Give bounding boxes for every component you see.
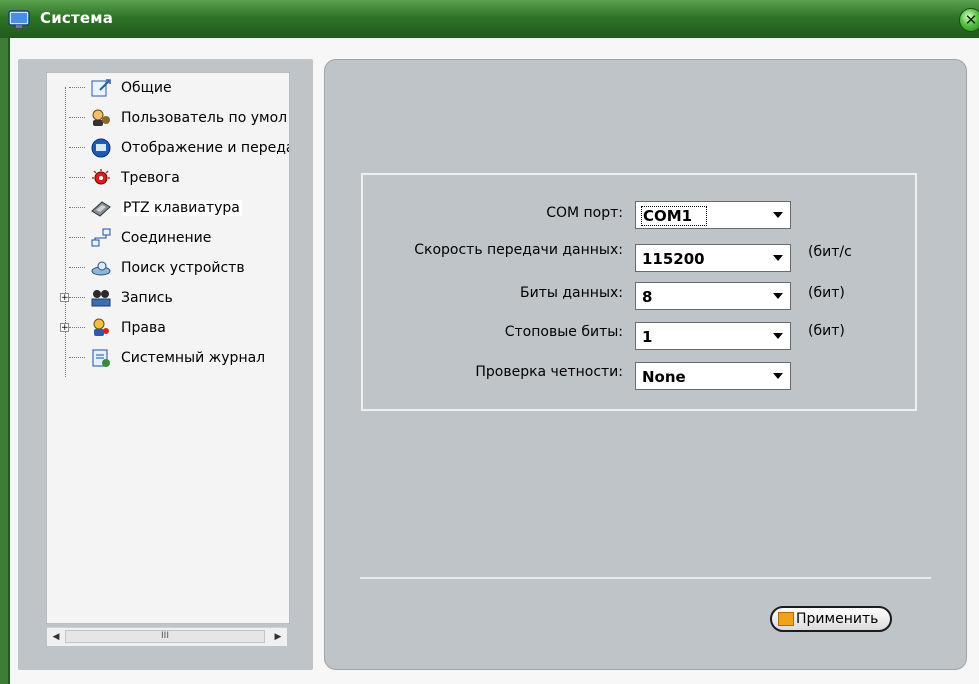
tree-item-display[interactable]: Отображение и переда bbox=[47, 134, 290, 162]
tree-item-label: Системный журнал bbox=[121, 350, 266, 366]
tree-item-default-user[interactable]: Пользователь по умол bbox=[47, 104, 287, 132]
parity-value: None bbox=[642, 368, 686, 386]
record-icon bbox=[89, 287, 113, 309]
scroll-thumb[interactable]: III bbox=[65, 630, 265, 643]
tree-item-label: Соединение bbox=[121, 230, 212, 246]
apply-button-label: Применить bbox=[796, 611, 879, 627]
data-bits-label: Биты данных: bbox=[520, 285, 623, 301]
tree-item-system-log[interactable]: Системный журнал bbox=[47, 344, 265, 372]
tree-item-label: Общие bbox=[121, 80, 172, 96]
tree-item-device-search[interactable]: Поиск устройств bbox=[47, 254, 245, 282]
tree-item-label: Отображение и переда bbox=[121, 140, 290, 156]
close-button[interactable]: ✕ bbox=[959, 8, 979, 32]
tree-item-label: PTZ клавиатура bbox=[121, 200, 242, 216]
chevron-down-icon[interactable] bbox=[766, 323, 790, 349]
tree-item-label: Поиск устройств bbox=[121, 260, 245, 276]
com-port-label: COM порт: bbox=[546, 205, 623, 221]
scroll-left-icon[interactable]: ◀ bbox=[49, 630, 63, 644]
alarm-icon bbox=[89, 167, 113, 189]
scroll-right-icon[interactable]: ▶ bbox=[271, 630, 285, 644]
apply-button[interactable]: Применить bbox=[770, 606, 892, 632]
tree-item-rights[interactable]: + Права bbox=[47, 314, 166, 342]
settings-tree[interactable]: Общие Пользователь по умол Отображение и… bbox=[46, 72, 290, 624]
expand-toggle[interactable]: + bbox=[60, 293, 69, 303]
apply-icon bbox=[778, 612, 794, 626]
tree-item-alarm[interactable]: Тревога bbox=[47, 164, 180, 192]
close-icon: ✕ bbox=[964, 11, 978, 29]
parity-label: Проверка четности: bbox=[475, 364, 623, 380]
data-bits-value: 8 bbox=[642, 288, 653, 306]
device-search-icon bbox=[89, 257, 113, 279]
chevron-down-icon[interactable] bbox=[766, 202, 790, 228]
tree-horizontal-scrollbar[interactable]: ◀ III ▶ bbox=[47, 627, 287, 646]
chevron-down-icon[interactable] bbox=[766, 283, 790, 309]
display-icon bbox=[89, 137, 113, 159]
rights-icon bbox=[89, 317, 113, 339]
window-title: Система bbox=[40, 9, 114, 27]
system-log-icon bbox=[89, 347, 113, 369]
data-bits-unit: (бит) bbox=[808, 285, 845, 301]
chevron-down-icon[interactable] bbox=[766, 245, 790, 271]
tree-item-general[interactable]: Общие bbox=[47, 74, 172, 102]
user-default-icon bbox=[89, 107, 113, 129]
expand-toggle[interactable]: + bbox=[60, 323, 69, 333]
data-bits-select[interactable]: 8 bbox=[635, 282, 791, 310]
chevron-down-icon[interactable] bbox=[766, 363, 790, 389]
general-settings-icon bbox=[89, 77, 113, 99]
tree-item-label: Запись bbox=[121, 290, 173, 306]
tree-item-record[interactable]: + Запись bbox=[47, 284, 173, 312]
stop-bits-value: 1 bbox=[642, 328, 653, 346]
tree-item-ptz-keyboard[interactable]: PTZ клавиатура bbox=[47, 194, 242, 222]
baud-rate-select[interactable]: 115200 bbox=[635, 244, 791, 272]
parity-select[interactable]: None bbox=[635, 362, 791, 390]
tree-item-connection[interactable]: Соединение bbox=[47, 224, 211, 252]
stop-bits-select[interactable]: 1 bbox=[635, 322, 791, 350]
tree-item-label: Права bbox=[121, 320, 166, 336]
baud-rate-unit: (бит/с bbox=[808, 244, 852, 260]
title-bar[interactable]: Система ✕ bbox=[0, 0, 979, 38]
ptz-keyboard-icon bbox=[89, 197, 113, 219]
computer-monitor-icon bbox=[8, 10, 30, 30]
com-port-value: COM1 bbox=[640, 206, 708, 226]
tree-item-label: Тревога bbox=[121, 170, 180, 186]
com-port-select[interactable]: COM1 bbox=[635, 201, 791, 229]
baud-rate-label: Скорость передачи данных: bbox=[414, 242, 623, 258]
stop-bits-unit: (бит) bbox=[808, 323, 845, 339]
system-window: Система ✕ Общие Пользователь по умол Ото… bbox=[0, 0, 979, 684]
network-icon bbox=[89, 227, 113, 249]
tree-item-label: Пользователь по умол bbox=[121, 110, 288, 126]
baud-rate-value: 115200 bbox=[642, 250, 705, 268]
divider bbox=[360, 577, 931, 579]
stop-bits-label: Стоповые биты: bbox=[504, 324, 623, 340]
